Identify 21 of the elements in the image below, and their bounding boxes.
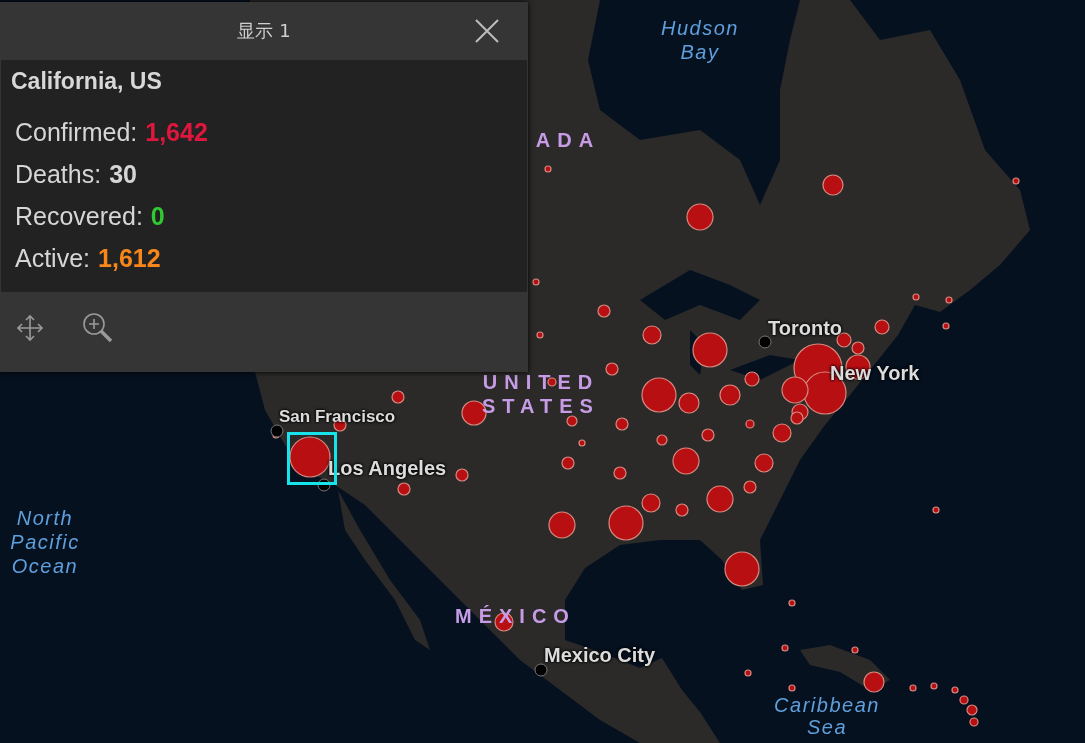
close-icon[interactable] xyxy=(474,18,500,44)
zoom-in-icon[interactable] xyxy=(82,312,114,344)
city-label: Toronto xyxy=(768,316,844,340)
water-label: Caribbean Sea xyxy=(773,694,881,738)
city-label: San Francisco xyxy=(279,407,397,428)
stat-label: Deaths: xyxy=(15,160,102,188)
stat-label: Confirmed: xyxy=(15,118,138,146)
country-label: UNITED STATES xyxy=(481,370,601,418)
stat-value: 1,642 xyxy=(145,118,208,146)
location-heading: California, US xyxy=(11,68,163,95)
water-label: North Pacific Ocean xyxy=(9,506,81,578)
stat-value: 30 xyxy=(109,160,137,188)
country-label: ADA xyxy=(534,128,602,152)
stat-label: Active: xyxy=(15,244,91,272)
water-label: Hudson Bay xyxy=(660,16,740,64)
popup-title: 显示 1 xyxy=(237,19,291,43)
city-label: Mexico City xyxy=(544,643,657,667)
stat-value: 1,612 xyxy=(98,244,161,272)
stat-value: 0 xyxy=(150,202,165,230)
stat-label: Recovered: xyxy=(15,202,143,230)
move-icon[interactable] xyxy=(16,314,44,342)
